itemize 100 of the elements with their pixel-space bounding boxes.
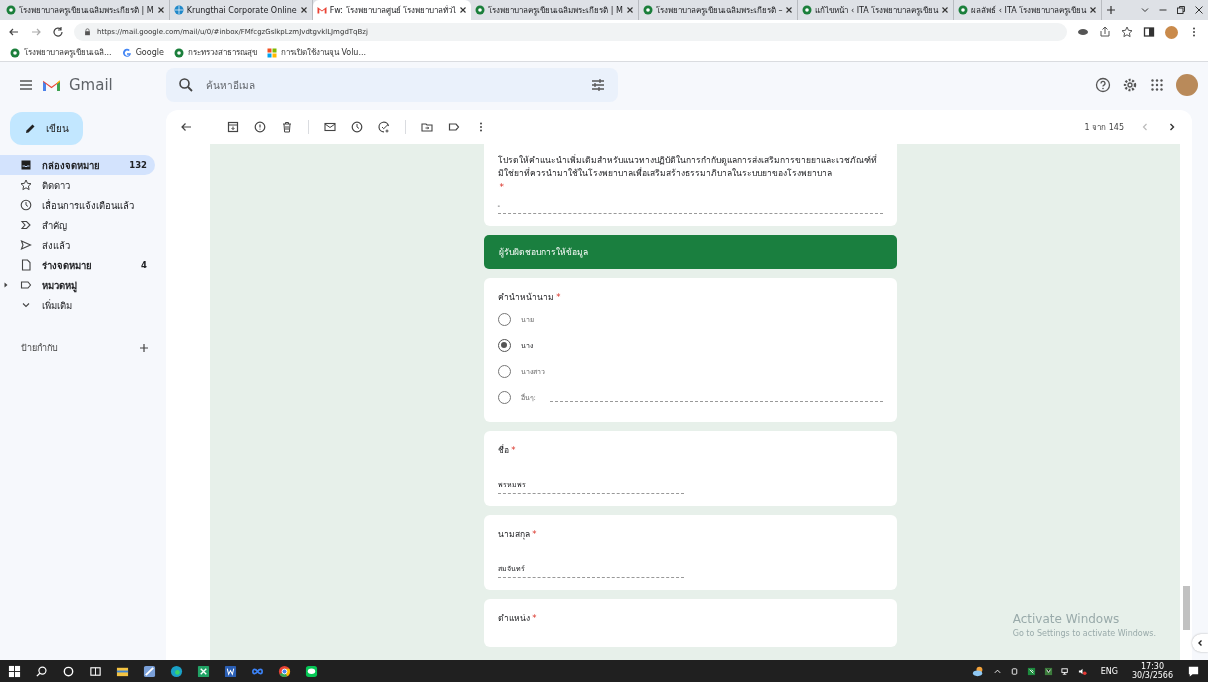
globe-icon: [958, 5, 969, 15]
language-indicator[interactable]: ENG: [1100, 666, 1118, 676]
menu-icon[interactable]: [18, 77, 34, 93]
windows-start-icon[interactable]: [8, 664, 21, 678]
chevron-left-icon: [1196, 639, 1204, 647]
globe-icon: [10, 47, 20, 58]
add-task-icon[interactable]: [378, 121, 390, 133]
share-icon[interactable]: [1099, 26, 1111, 38]
bookmark[interactable]: Google: [121, 47, 164, 58]
clock-time[interactable]: 17:30: [1140, 661, 1164, 671]
search-bar[interactable]: ค้นหาอีเมล: [166, 68, 618, 102]
close-icon[interactable]: [625, 6, 634, 14]
question-title: ชื่อ *: [497, 443, 517, 458]
chevron-down-icon[interactable]: [1140, 5, 1150, 15]
close-icon[interactable]: [459, 6, 468, 14]
close-icon[interactable]: [1194, 5, 1204, 15]
question-title: คำนำหน้านาม *: [497, 291, 562, 305]
close-icon[interactable]: [299, 6, 308, 14]
tray-app-icon[interactable]: [1043, 666, 1053, 676]
clock-date[interactable]: 30/3/2566: [1131, 671, 1173, 681]
nav-item[interactable]: สำคัญ: [0, 215, 155, 235]
pencil-icon: [24, 122, 36, 135]
expand-caret-icon[interactable]: [4, 282, 8, 288]
back-icon[interactable]: [8, 26, 20, 38]
account-avatar[interactable]: [1176, 74, 1198, 96]
tray-app-icon[interactable]: [1026, 666, 1036, 676]
windows-icon: [266, 47, 277, 58]
gmail-icon: [316, 5, 327, 15]
scrollbar-thumb[interactable]: [1183, 586, 1190, 630]
nav-item[interactable]: กล่องจดหมาย 132: [0, 155, 155, 175]
browser-tab[interactable]: Fw: โรงพยาบาลศูนย์ โรงพยาบาลทั่วไ: [312, 0, 472, 20]
chat-app-icon[interactable]: [305, 664, 318, 678]
network-icon[interactable]: [1060, 666, 1070, 676]
bookmark[interactable]: โรงพยาบาลครูเขียนเฉลิ...: [10, 46, 112, 59]
nav-item[interactable]: ร่างจดหมาย 4: [0, 255, 155, 275]
nav-item[interactable]: เลื่อนการแจ้งเตือนแล้ว: [0, 195, 155, 215]
lock-icon: [84, 28, 91, 36]
eye-icon[interactable]: [1077, 26, 1089, 38]
notification-icon[interactable]: [1187, 664, 1200, 678]
gmail-logo-icon: [42, 78, 61, 92]
label-icon[interactable]: [448, 121, 460, 133]
globe-icon: [6, 5, 16, 15]
chrome-browser-icon[interactable]: [278, 664, 291, 678]
close-icon[interactable]: [941, 6, 950, 14]
globe-icon: [475, 5, 486, 15]
bookmark[interactable]: การเปิดใช้งานจุน Volu...: [266, 46, 367, 59]
mail-icon[interactable]: [324, 121, 336, 133]
folder-icon[interactable]: [421, 121, 433, 133]
apps-grid-icon[interactable]: [1149, 77, 1165, 93]
star-icon: [20, 179, 32, 191]
question-title: ตำแหน่ง *: [497, 612, 538, 626]
task-view-icon[interactable]: [89, 664, 102, 678]
activation-subtitle: Go to Settings to activate Windows.: [1012, 629, 1156, 638]
profile-avatar[interactable]: [1165, 25, 1178, 39]
label-icon: [20, 279, 32, 291]
delete-icon[interactable]: [281, 121, 293, 133]
clock-icon[interactable]: [351, 121, 363, 133]
settings-icon[interactable]: [1122, 77, 1138, 93]
inbox-icon: [20, 159, 32, 171]
word-app-icon[interactable]: [224, 664, 237, 678]
tray-icon[interactable]: [1009, 666, 1019, 676]
nav-item[interactable]: ส่งแล้ว: [0, 235, 155, 255]
gmail-logo-text: Gmail: [69, 76, 113, 94]
report-spam-icon[interactable]: [254, 121, 266, 133]
help-icon[interactable]: [1095, 77, 1111, 93]
side-panel-icon[interactable]: [1143, 26, 1155, 38]
pager-text: 1 จาก 145: [1084, 121, 1124, 134]
activation-title: Activate Windows: [1012, 612, 1121, 626]
close-icon[interactable]: [785, 6, 794, 14]
globe-icon: [802, 5, 813, 15]
close-icon[interactable]: [1089, 6, 1098, 14]
nav-item[interactable]: หมวดหมู่: [0, 275, 155, 295]
nav-item[interactable]: ติดดาว: [0, 175, 155, 195]
add-icon[interactable]: [139, 343, 149, 353]
search-icon[interactable]: [35, 664, 48, 678]
back-arrow-icon[interactable]: [180, 121, 192, 133]
spreadsheet-app-icon[interactable]: [197, 664, 210, 678]
send-icon: [20, 239, 32, 251]
important-icon: [20, 219, 32, 231]
nav-item[interactable]: เพิ่มเติม: [0, 295, 155, 315]
edge-browser-icon[interactable]: [170, 664, 183, 678]
globe-icon: [642, 5, 653, 15]
bookmark[interactable]: กระทรวงสาธารณสุข: [173, 46, 257, 59]
circle-icon[interactable]: [62, 664, 75, 678]
weather-icon[interactable]: [971, 664, 985, 678]
restore-icon[interactable]: [1176, 5, 1186, 15]
required-mark: *: [499, 182, 505, 193]
side-panel-toggle[interactable]: [1192, 634, 1208, 652]
close-icon[interactable]: [156, 6, 165, 14]
archive-icon[interactable]: [227, 121, 239, 133]
filter-icon[interactable]: [590, 77, 606, 93]
search-field[interactable]: ค้นหาอีเมล: [204, 78, 580, 92]
compose-button[interactable]: เขียน: [10, 112, 83, 145]
new-tab-icon[interactable]: [1106, 5, 1117, 15]
star-icon[interactable]: [1121, 26, 1133, 38]
paint-app-icon[interactable]: [143, 664, 156, 678]
labels-heading: ป้ายกำกับ: [21, 342, 58, 355]
speaker-muted-icon[interactable]: [1077, 666, 1087, 676]
search-icon: [178, 77, 194, 93]
reload-icon[interactable]: [52, 26, 64, 38]
